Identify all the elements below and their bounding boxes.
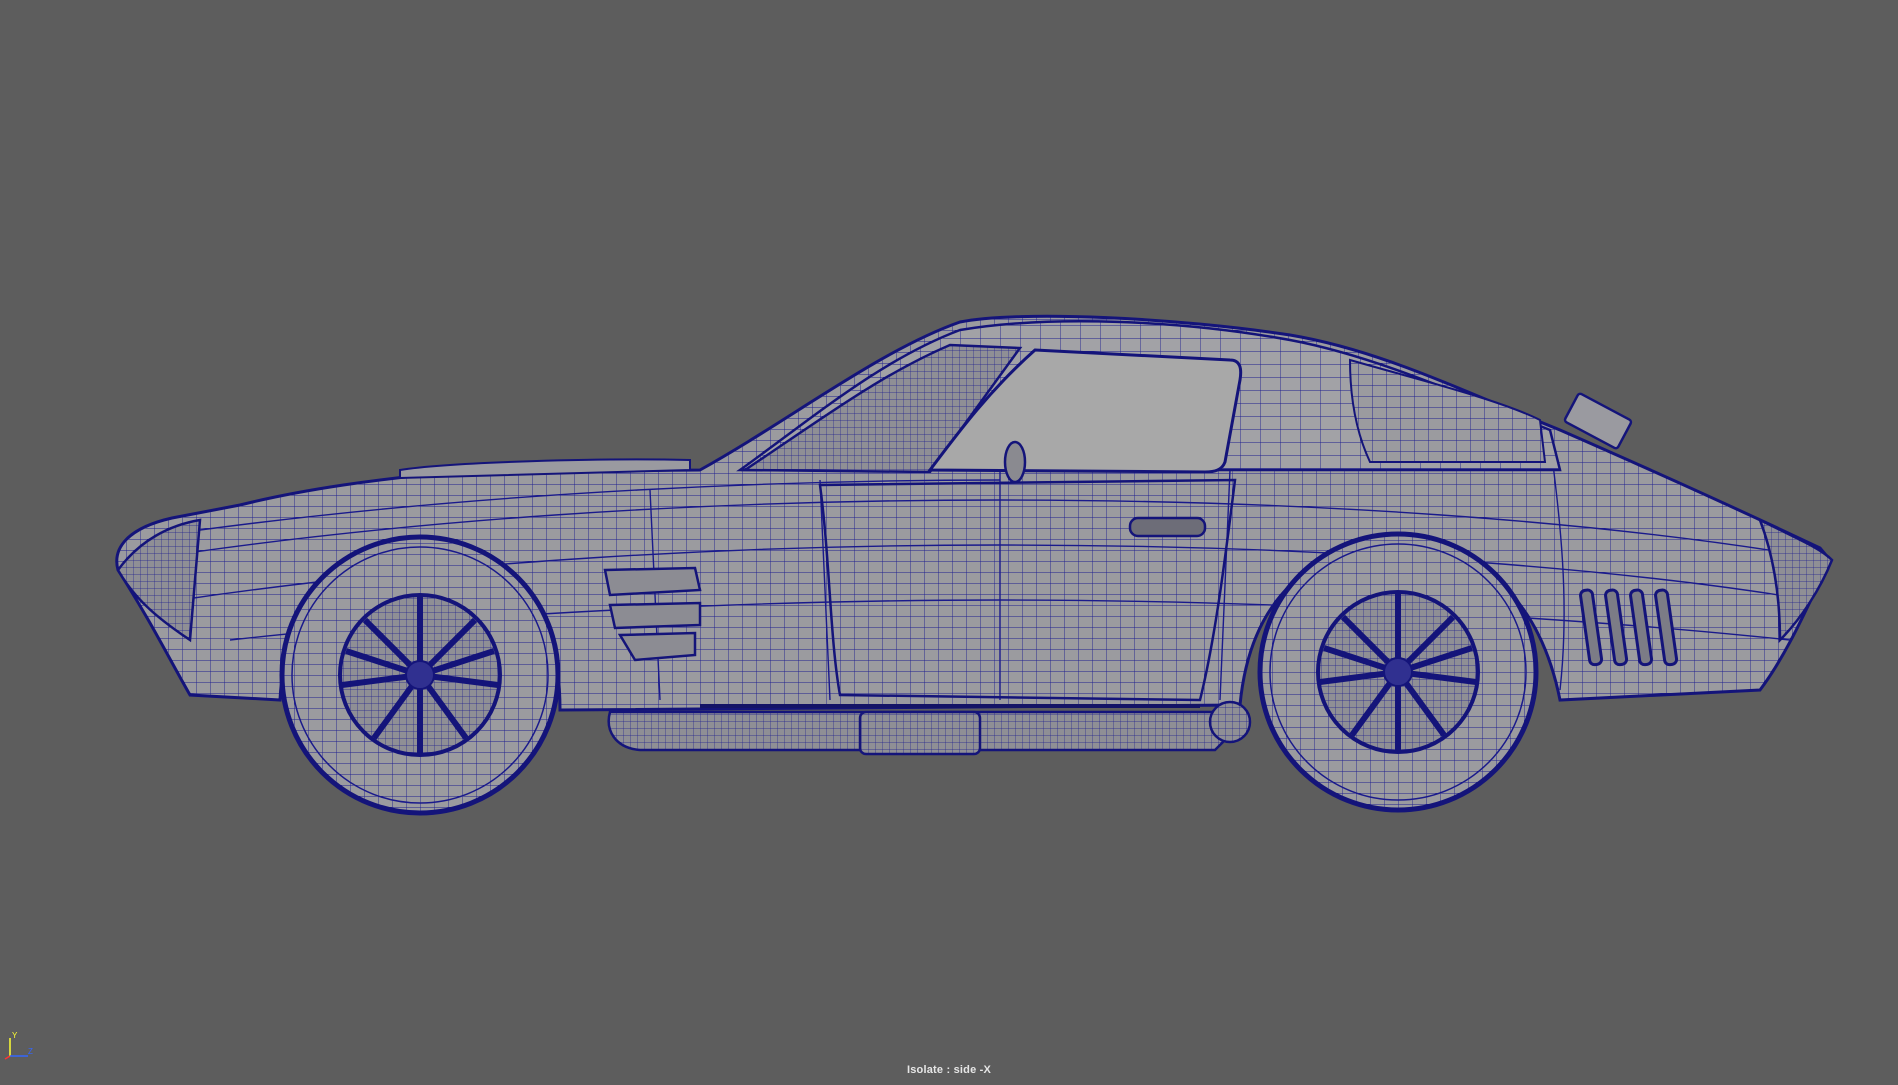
car-wireframe-model[interactable] [0, 0, 1898, 1085]
side-mirror [1003, 440, 1027, 484]
car-cabin [399, 320, 1633, 484]
axis-gizmo-icon: Y Z [4, 1031, 33, 1060]
camera-label: Isolate : side -X [906, 1064, 992, 1076]
3d-viewport[interactable]: Y Z Isolate : side -X [0, 0, 1898, 1085]
rear-quarter-window [1348, 358, 1547, 463]
rear-wheel[interactable] [1257, 531, 1539, 813]
front-wheel[interactable] [279, 534, 561, 816]
axis-z-label: Z [28, 1047, 33, 1056]
door-handle [1128, 516, 1207, 538]
axis-y-label: Y [12, 1031, 18, 1040]
